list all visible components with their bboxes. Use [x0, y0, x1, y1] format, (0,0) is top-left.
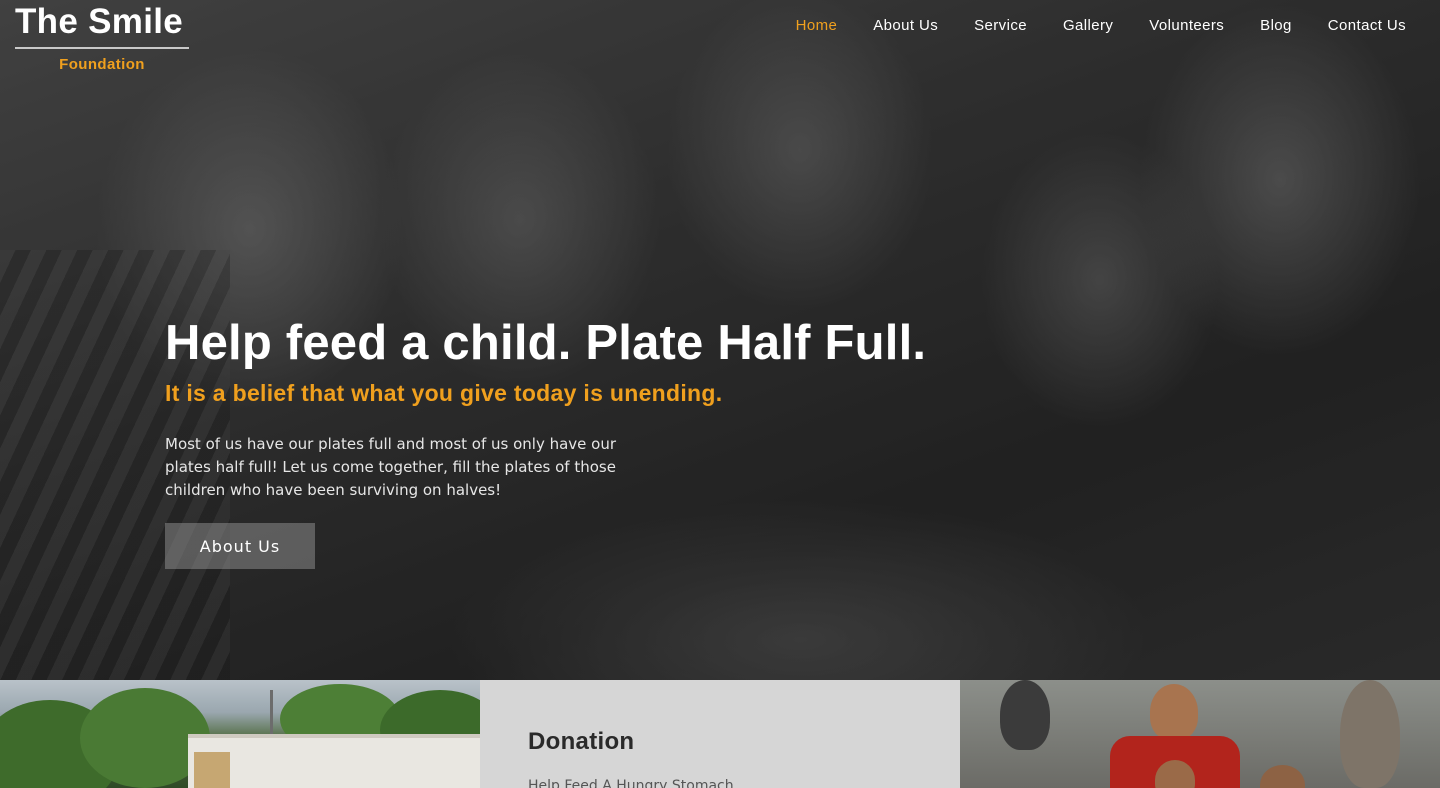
logo-subtitle: Foundation: [59, 56, 145, 73]
truck-shape: [188, 734, 480, 788]
nav-item-service[interactable]: Service: [974, 16, 1027, 36]
main-nav: Home About Us Service Gallery Volunteers…: [760, 16, 1406, 36]
children-image: [960, 680, 1440, 788]
food-truck-image: [0, 680, 480, 788]
nav-item-gallery[interactable]: Gallery: [1063, 16, 1113, 36]
nav-item-about-us[interactable]: About Us: [873, 16, 938, 36]
hero-description: Most of us have our plates full and most…: [165, 435, 617, 499]
hero-subtitle: It is a belief that what you give today …: [165, 380, 723, 406]
nav-item-blog[interactable]: Blog: [1260, 16, 1292, 36]
logo-divider: [15, 47, 189, 49]
person-shape: [1000, 680, 1050, 750]
hero-title: Help feed a child. Plate Half Full.: [165, 316, 927, 370]
person-shape: [1340, 680, 1400, 788]
logo-title: The Smile: [15, 2, 184, 41]
hero-section: The Smile Foundation Home About Us Servi…: [0, 0, 1440, 680]
donation-title: Donation: [528, 728, 635, 755]
nav-item-home[interactable]: Home: [796, 16, 838, 36]
about-us-button[interactable]: About Us: [165, 523, 315, 569]
site-logo[interactable]: The Smile Foundation: [15, 2, 189, 73]
truck-decoration: [194, 752, 230, 788]
donation-text: Help Feed A Hungry Stomach: [528, 778, 734, 788]
child-face: [1150, 684, 1198, 740]
child-face: [1260, 765, 1305, 788]
nav-item-contact-us[interactable]: Contact Us: [1328, 16, 1406, 36]
donation-panel: Donation Help Feed A Hungry Stomach: [480, 680, 960, 788]
nav-item-volunteers[interactable]: Volunteers: [1149, 16, 1224, 36]
